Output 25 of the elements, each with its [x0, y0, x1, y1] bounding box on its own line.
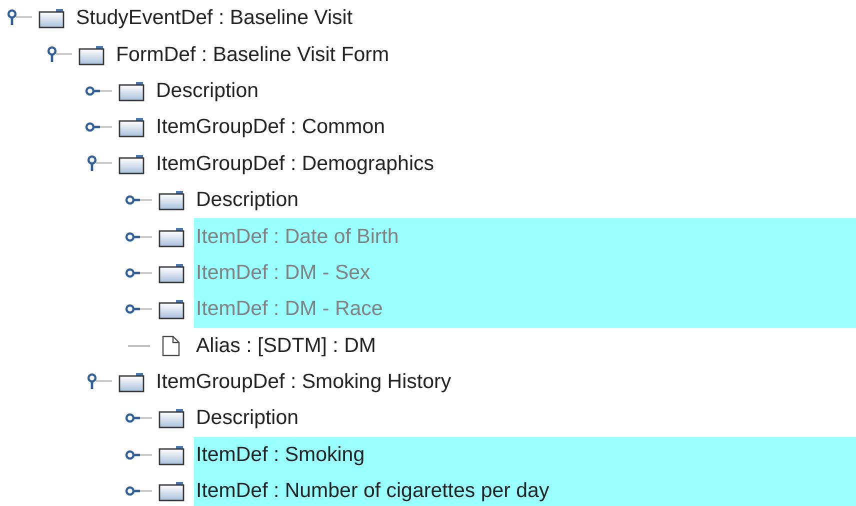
tree-node-label[interactable]: Alias : [SDTM] : DM [194, 328, 856, 364]
folder-icon [118, 152, 146, 175]
tree-node-label[interactable]: Description [194, 400, 856, 437]
folder-icon [78, 44, 106, 66]
tree-node-label[interactable]: ItemDef : Smoking [194, 436, 856, 474]
folder-icon [158, 444, 186, 466]
folder-icon [158, 262, 186, 284]
tree-node-label[interactable]: ItemGroupDef : Smoking History [154, 364, 856, 400]
tree-node-label[interactable]: ItemGroupDef : Demographics [154, 146, 856, 182]
folder-icon [118, 116, 146, 138]
tree-line-icon [128, 344, 150, 347]
tree-node-label[interactable]: Description [194, 182, 856, 218]
tree-node-label[interactable]: Description [154, 72, 856, 110]
folder-icon [158, 480, 186, 502]
folder-icon [158, 189, 186, 212]
folder-icon [158, 226, 186, 248]
folder-icon [118, 371, 146, 394]
folder-icon [118, 80, 146, 102]
tree-node-label[interactable]: FormDef : Baseline Visit Form [114, 36, 856, 73]
tree-node-label[interactable]: StudyEventDef : Baseline Visit [74, 0, 856, 36]
tree-node-label[interactable]: ItemDef : Number of cigarettes per day [194, 473, 856, 506]
tree-node-label[interactable]: ItemGroupDef : Common [154, 109, 856, 146]
folder-icon [158, 298, 186, 320]
folder-icon [158, 407, 186, 430]
folder-icon [38, 7, 66, 30]
